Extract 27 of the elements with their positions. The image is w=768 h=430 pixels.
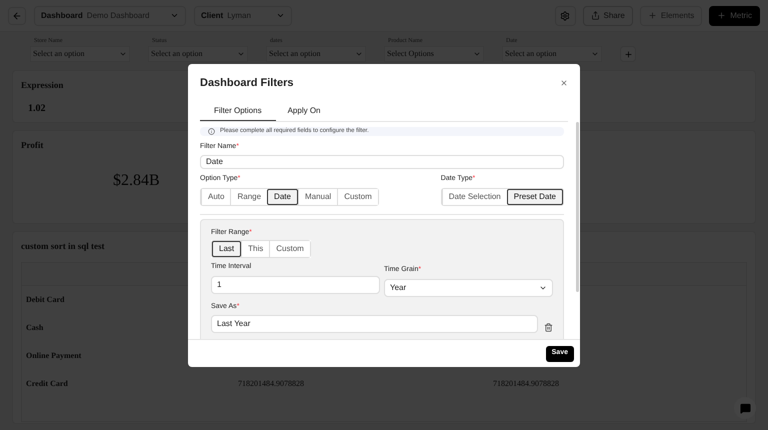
table-cell: Credit Card: [26, 378, 68, 390]
info-icon: [208, 128, 215, 134]
time-grain-select[interactable]: Year: [384, 278, 553, 296]
table-cell: Cash: [26, 322, 44, 334]
dialog-tab[interactable]: Filter Options: [200, 102, 276, 120]
table-cell: 718201484.9078828: [238, 378, 304, 390]
option-type-option[interactable]: Date: [267, 188, 298, 204]
close-icon[interactable]: [560, 79, 568, 88]
filter-name-input[interactable]: Date: [200, 155, 564, 169]
metric-value: $2.84B: [113, 170, 160, 190]
trash-icon[interactable]: [544, 322, 553, 332]
dialog-tab[interactable]: Apply On: [276, 102, 332, 120]
save-as-input[interactable]: Last Year: [211, 315, 538, 333]
table-cell: Debit Card: [26, 294, 64, 306]
card-title: Profit: [21, 139, 44, 152]
time-interval-input[interactable]: 1: [211, 276, 380, 294]
dialog-title: Dashboard Filters: [200, 76, 294, 91]
filter-range-option[interactable]: Last: [212, 241, 242, 257]
chat-icon: [740, 402, 750, 414]
option-type-option[interactable]: Custom: [337, 188, 378, 204]
table-cell: Online Payment: [26, 350, 82, 362]
metric-value: 1.02: [27, 102, 46, 116]
date-type-option[interactable]: Preset Date: [506, 188, 563, 204]
table-cell: 718201484.9078828: [493, 378, 559, 390]
card-title: custom sort in sql test: [21, 240, 104, 253]
card-title: Expression: [21, 79, 64, 92]
filter-range-option[interactable]: Custom: [269, 241, 310, 257]
